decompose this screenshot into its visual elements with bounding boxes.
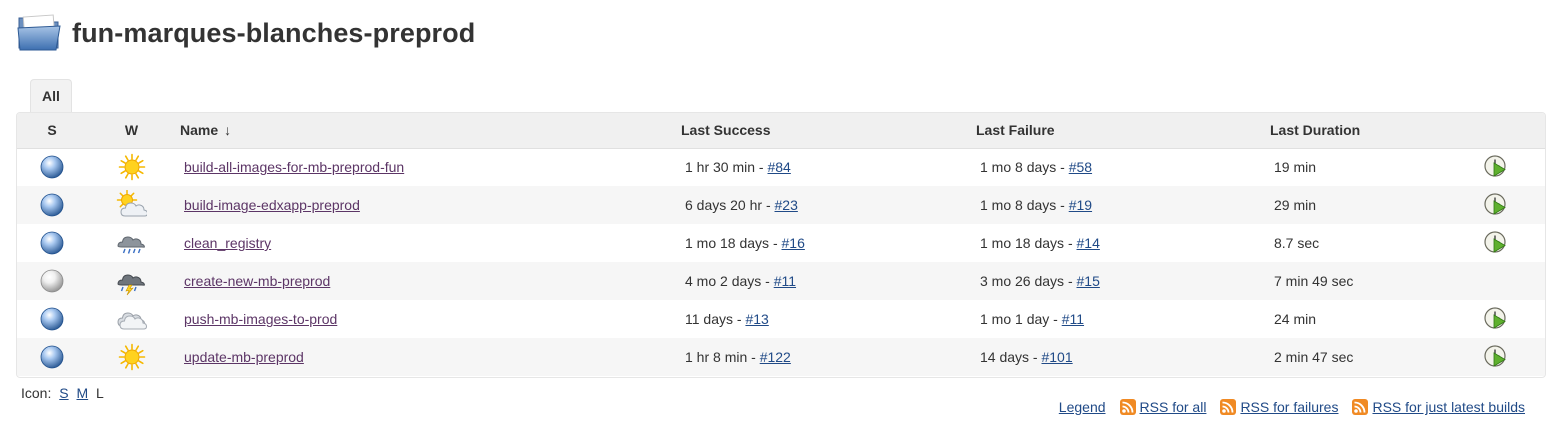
schedule-build-icon[interactable] <box>1483 193 1509 215</box>
rss-icon <box>1119 399 1136 415</box>
last-success-build-link[interactable]: #122 <box>760 349 791 365</box>
job-link[interactable]: build-all-images-for-mb-preprod-fun <box>184 159 404 175</box>
job-link[interactable]: clean_registry <box>184 235 271 251</box>
weather-thunderstorm-icon[interactable] <box>116 272 147 296</box>
view-tabs: All <box>30 79 72 113</box>
rss-latest-item: RSS for just latest builds <box>1352 399 1525 415</box>
rss-icon <box>1352 399 1369 415</box>
schedule-build-icon[interactable] <box>1483 155 1509 177</box>
last-success-build-link[interactable]: #16 <box>782 235 805 251</box>
last-success-build-link[interactable]: #84 <box>767 159 790 175</box>
jobs-table-container: S W Name ↓ Last Success Last Failure Last… <box>16 112 1546 378</box>
last-success-text: 6 days 20 hr - <box>685 197 775 213</box>
icon-size-selector: Icon: S M L <box>21 385 104 401</box>
schedule-build-icon[interactable] <box>1483 345 1509 367</box>
weather-cloudy-icon[interactable] <box>116 310 147 330</box>
schedule-build-icon[interactable] <box>1483 307 1509 329</box>
header-weather[interactable]: W <box>87 113 176 149</box>
last-failure-text: 1 mo 8 days - <box>980 197 1069 213</box>
weather-rain-icon[interactable] <box>116 234 147 254</box>
last-failure-build-link[interactable]: #58 <box>1069 159 1092 175</box>
last-duration-text: 2 min 47 sec <box>1274 349 1354 365</box>
header-last-duration[interactable]: Last Duration <box>1270 113 1482 149</box>
last-failure-build-link[interactable]: #101 <box>1041 349 1072 365</box>
weather-sunny-icon[interactable] <box>117 343 147 371</box>
icon-size-small[interactable]: S <box>59 385 68 401</box>
page-header: fun-marques-blanches-preprod <box>16 12 475 54</box>
header-name[interactable]: Name ↓ <box>176 113 681 149</box>
status-ball-icon[interactable] <box>40 307 64 331</box>
status-ball-icon[interactable] <box>40 231 64 255</box>
last-success-build-link[interactable]: #11 <box>774 273 796 289</box>
status-ball-icon[interactable] <box>40 155 64 179</box>
icon-size-large: L <box>96 385 104 401</box>
job-link[interactable]: push-mb-images-to-prod <box>184 311 337 327</box>
job-link[interactable]: build-image-edxapp-preprod <box>184 197 360 213</box>
icon-size-medium[interactable]: M <box>76 385 88 401</box>
last-success-text: 1 hr 30 min - <box>685 159 768 176</box>
tab-all[interactable]: All <box>30 79 72 113</box>
table-row: update-mb-preprod 1 hr 8 min - #122 14 day… <box>17 338 1545 376</box>
header-actions <box>1482 113 1545 149</box>
last-failure-text: 1 mo 18 days - <box>980 235 1077 251</box>
table-row: clean_registry 1 mo 18 days - #16 1 mo 18 … <box>17 224 1545 262</box>
rss-all-item: RSS for all <box>1119 399 1207 415</box>
rss-failures-item: RSS for failures <box>1220 399 1338 415</box>
rss-all-link[interactable]: RSS for all <box>1140 399 1207 415</box>
rss-failures-link[interactable]: RSS for failures <box>1240 399 1338 415</box>
job-link[interactable]: update-mb-preprod <box>184 349 304 365</box>
schedule-build-icon[interactable] <box>1483 231 1509 253</box>
last-failure-text: 3 mo 26 days - <box>980 273 1077 289</box>
last-success-build-link[interactable]: #23 <box>775 197 798 213</box>
last-duration-text: 29 min <box>1274 197 1317 213</box>
status-ball-icon[interactable] <box>40 193 64 217</box>
last-success-text: 1 hr 8 min - <box>685 349 760 365</box>
table-row: push-mb-images-to-prod 11 days - #13 1 mo … <box>17 300 1545 338</box>
last-failure-build-link[interactable]: #19 <box>1069 197 1092 213</box>
rss-latest-link[interactable]: RSS for just latest builds <box>1372 399 1525 415</box>
last-failure-text: 14 days - <box>980 349 1042 365</box>
last-success-text: 4 mo 2 days - <box>685 273 774 289</box>
legend-link[interactable]: Legend <box>1059 399 1106 415</box>
last-success-text: 11 days - <box>685 311 746 327</box>
job-link[interactable]: create-new-mb-preprod <box>184 273 330 289</box>
last-duration-text: 19 min <box>1274 159 1317 176</box>
table-row: create-new-mb-preprod 4 mo 2 days - #11 3 … <box>17 262 1545 300</box>
table-row: build-all-images-for-mb-preprod-fun 1 hr … <box>17 148 1545 186</box>
weather-partly-cloudy-icon[interactable] <box>116 190 147 217</box>
last-duration-text: 7 min 49 sec <box>1274 273 1354 289</box>
last-duration-text: 8.7 sec <box>1274 235 1320 251</box>
last-failure-build-link[interactable]: #14 <box>1077 235 1100 251</box>
jobs-table: S W Name ↓ Last Success Last Failure Last… <box>17 113 1545 376</box>
header-last-success[interactable]: Last Success <box>681 113 976 149</box>
table-row: build-image-edxapp-preprod 6 days 20 hr -… <box>17 186 1545 224</box>
last-failure-text: 1 mo 8 days - <box>980 159 1069 176</box>
page-title: fun-marques-blanches-preprod <box>72 17 476 48</box>
folder-icon <box>17 14 61 51</box>
status-ball-icon[interactable] <box>40 269 64 293</box>
status-ball-icon[interactable] <box>40 345 64 369</box>
header-status[interactable]: S <box>17 113 87 149</box>
table-header-row: S W Name ↓ Last Success Last Failure Last… <box>17 113 1545 149</box>
last-failure-text: 1 mo 1 day - <box>980 311 1062 327</box>
last-duration-text: 24 min <box>1274 311 1317 327</box>
last-failure-build-link[interactable]: #15 <box>1077 273 1100 289</box>
rss-icon <box>1220 399 1237 415</box>
header-last-failure[interactable]: Last Failure <box>976 113 1270 149</box>
weather-sunny-icon[interactable] <box>117 153 147 181</box>
last-success-build-link[interactable]: #13 <box>745 311 768 327</box>
last-success-text: 1 mo 18 days - <box>685 235 782 251</box>
last-failure-build-link[interactable]: #11 <box>1062 311 1084 327</box>
sort-arrow-icon: ↓ <box>224 122 232 139</box>
footer-links: Legend RSS for all RSS for failures RSS … <box>1059 399 1525 415</box>
icon-size-label: Icon: <box>21 385 52 401</box>
